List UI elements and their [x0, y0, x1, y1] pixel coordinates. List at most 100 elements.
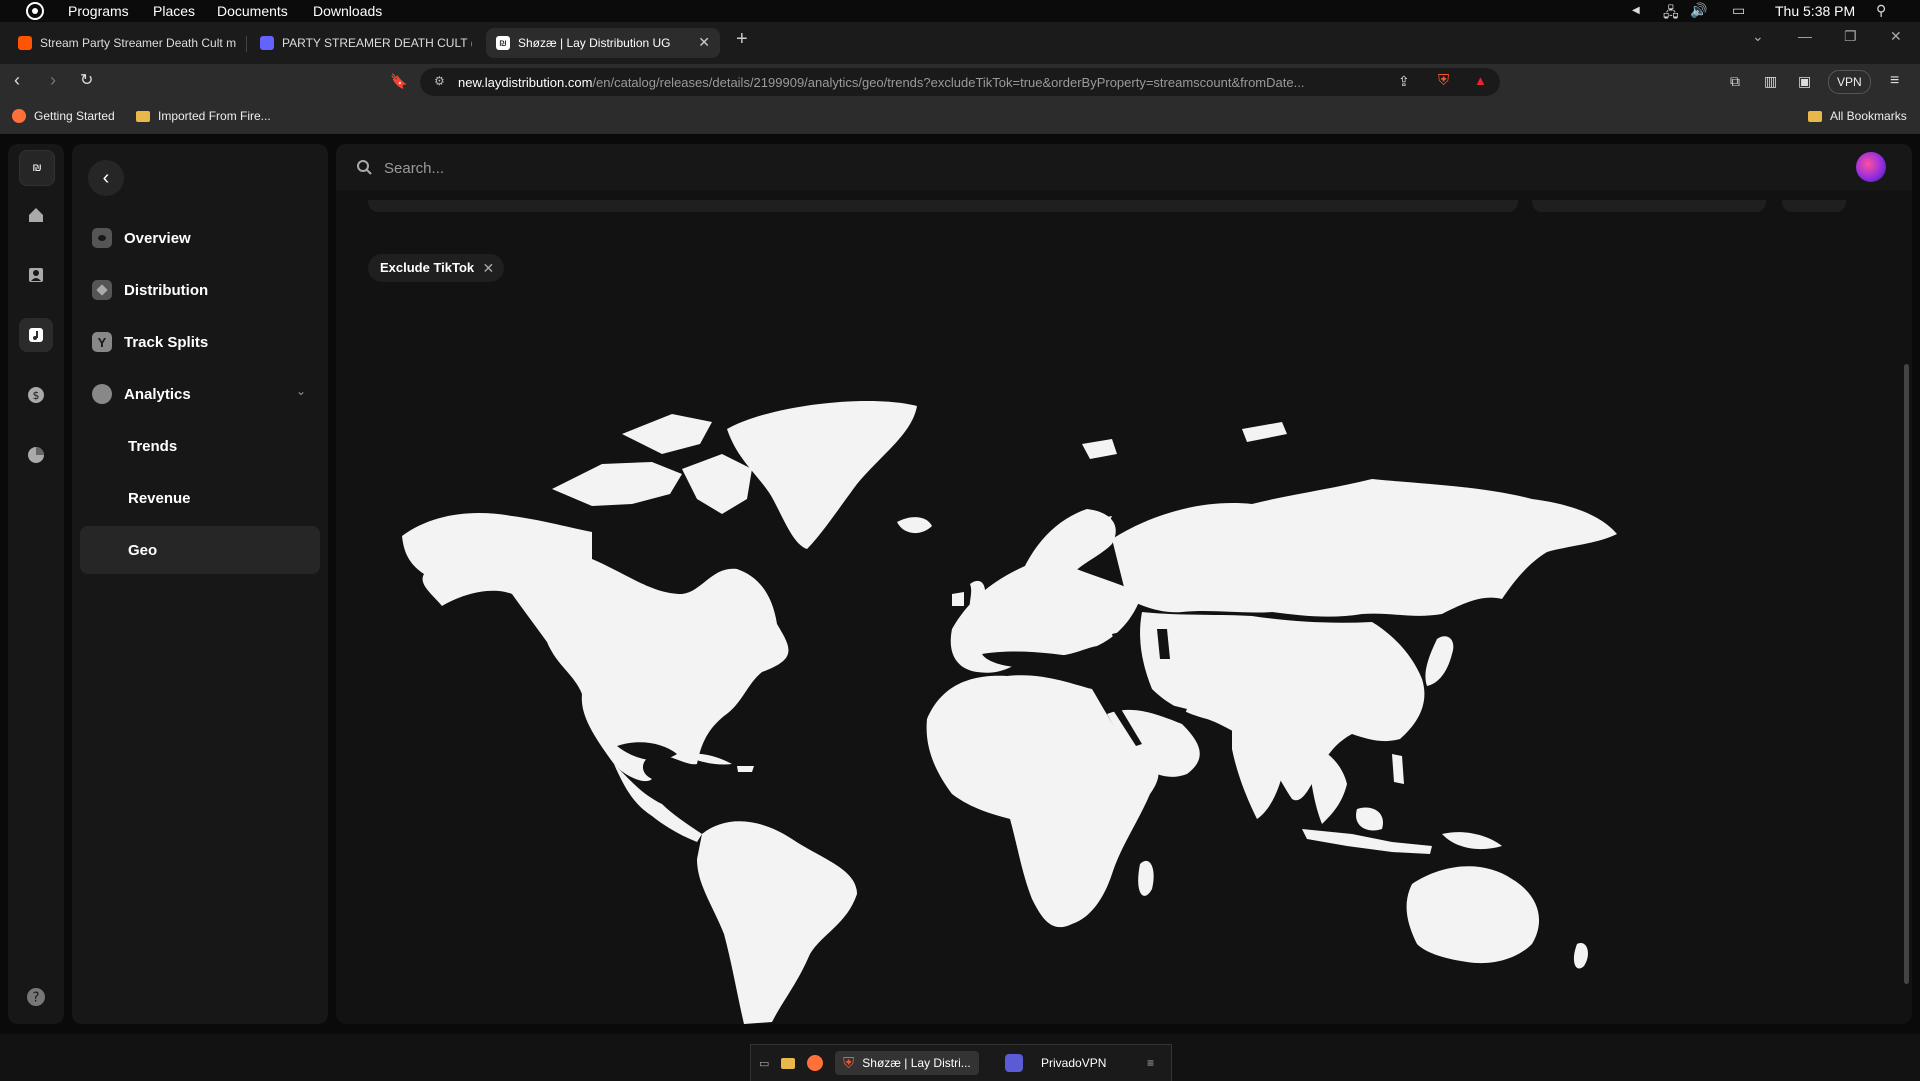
- filter-chip-label: Exclude TikTok: [380, 260, 475, 275]
- forward-arrow-icon[interactable]: ›: [50, 70, 56, 91]
- os-top-panel: Programs Places Documents Downloads ◀ 🖧 …: [0, 0, 1920, 22]
- tab-title: PARTY STREAMER DEATH CULT (@sh: [282, 36, 472, 50]
- country-philippines: [1392, 754, 1404, 784]
- split-icon: Y: [92, 332, 112, 352]
- address-bar[interactable]: ⚙ new.laydistribution.com/en/catalog/rel…: [420, 68, 1500, 96]
- home-icon[interactable]: [19, 198, 53, 232]
- back-button[interactable]: ‹: [88, 160, 124, 196]
- taskbar-privadovpn[interactable]: PrivadoVPN: [1005, 1051, 1106, 1075]
- clock[interactable]: Thu 5:38 PM: [1775, 3, 1855, 19]
- tab-soundcloud[interactable]: Stream Party Streamer Death Cult m: [8, 28, 240, 58]
- nav-analytics-label: Analytics: [124, 385, 191, 403]
- filter-chip-exclude-tiktok[interactable]: Exclude TikTok ✕: [368, 254, 505, 282]
- brave-icon: ⛨: [843, 1054, 855, 1072]
- firefox-icon[interactable]: [807, 1051, 823, 1075]
- close-window-icon[interactable]: ✕: [1890, 28, 1902, 45]
- scrollbar[interactable]: [1904, 364, 1909, 984]
- main-content: Exclude TikTok ✕: [336, 144, 1912, 1024]
- country-hispaniola: [737, 766, 754, 772]
- date-range-partial[interactable]: [1532, 200, 1766, 212]
- tab-title: Stream Party Streamer Death Cult m: [40, 36, 237, 50]
- notification-icon[interactable]: ▭: [1732, 2, 1745, 19]
- profile-icon[interactable]: [19, 258, 53, 292]
- avatar[interactable]: [1856, 152, 1886, 182]
- new-tab-button[interactable]: +: [736, 28, 748, 51]
- wallet-icon[interactable]: ▣: [1798, 73, 1811, 90]
- country-canada-islands: [552, 462, 682, 506]
- os-menu-places[interactable]: Places: [153, 3, 195, 19]
- taskbar-menu-icon[interactable]: ≡: [1147, 1051, 1154, 1075]
- tab-search-icon[interactable]: ⌄: [1752, 28, 1764, 45]
- bookmark-icon[interactable]: 🔖: [390, 73, 407, 90]
- extensions-icon[interactable]: ⧉: [1730, 73, 1740, 90]
- icon-rail: ₪ $ ?: [8, 144, 64, 1024]
- analytics-pie-icon[interactable]: [19, 438, 53, 472]
- black-sea: [1112, 632, 1141, 644]
- volume-icon[interactable]: 🔊: [1690, 2, 1707, 19]
- country-madagascar: [1138, 860, 1154, 896]
- taskbar-item-label: Shøzæ | Lay Distri...: [862, 1056, 971, 1070]
- minimize-icon[interactable]: —: [1798, 28, 1812, 44]
- lay-distribution-icon: ₪: [496, 36, 510, 50]
- svg-text:$: $: [33, 389, 40, 402]
- options-partial[interactable]: [1782, 200, 1846, 212]
- nav-distribution[interactable]: Distribution: [80, 266, 320, 314]
- close-icon[interactable]: ✕: [482, 254, 494, 282]
- browser-toolbar: ‹ › ↻ 🔖 ⚙ new.laydistribution.com/en/cat…: [0, 64, 1920, 100]
- site-settings-icon[interactable]: ⚙: [434, 74, 445, 88]
- os-menu-downloads[interactable]: Downloads: [313, 3, 382, 19]
- share-icon[interactable]: ⇪: [1398, 73, 1410, 90]
- app-logo[interactable]: ₪: [19, 150, 55, 186]
- privadovpn-icon: [1005, 1054, 1023, 1072]
- close-tab-icon[interactable]: ✕: [698, 34, 710, 51]
- files-folder-icon[interactable]: [781, 1051, 795, 1075]
- search-bar: [336, 144, 1912, 190]
- show-desktop-icon[interactable]: ▭: [759, 1051, 769, 1075]
- nav-trends-label: Trends: [128, 437, 178, 455]
- all-bookmarks[interactable]: All Bookmarks: [1808, 109, 1907, 123]
- tab-title: Shøzæ | Lay Distribution UG: [518, 36, 671, 50]
- chevron-down-icon[interactable]: ⌄: [296, 384, 306, 398]
- os-logo-icon[interactable]: [26, 2, 44, 20]
- reload-icon[interactable]: ↻: [80, 70, 93, 90]
- tab-lay-distribution[interactable]: ₪ Shøzæ | Lay Distribution UG ✕: [486, 28, 720, 58]
- brave-rewards-icon[interactable]: ▲: [1474, 73, 1487, 88]
- restore-icon[interactable]: ❐: [1844, 28, 1857, 45]
- nav-overview[interactable]: Overview: [80, 214, 320, 262]
- app-logo-text: ₪: [32, 162, 42, 174]
- back-arrow-icon[interactable]: ‹: [14, 70, 20, 91]
- sidebar-icon[interactable]: ▥: [1764, 73, 1777, 90]
- nav-track-splits[interactable]: Y Track Splits: [80, 318, 320, 366]
- bookmark-getting-started[interactable]: Getting Started: [12, 109, 115, 123]
- revenue-dollar-icon[interactable]: $: [19, 378, 53, 412]
- folder-icon: [1808, 110, 1822, 122]
- vpn-button[interactable]: VPN: [1828, 70, 1871, 94]
- tab-mastodon[interactable]: PARTY STREAMER DEATH CULT (@sh: [250, 28, 472, 58]
- nav-analytics[interactable]: Analytics ⌄: [80, 370, 320, 418]
- nav-geo[interactable]: Geo: [80, 526, 320, 574]
- country-indonesia: [1302, 829, 1432, 854]
- search-icon[interactable]: ⚲: [1876, 2, 1886, 19]
- world-map[interactable]: [352, 294, 1902, 1024]
- country-japan: [1425, 636, 1454, 686]
- firefox-icon: [12, 109, 26, 123]
- bookmark-imported[interactable]: Imported From Fire...: [136, 109, 271, 123]
- catalog-icon[interactable]: [19, 318, 53, 352]
- taskbar-brave-window[interactable]: ⛨ Shøzæ | Lay Distri...: [835, 1051, 979, 1075]
- os-menu-programs[interactable]: Programs: [68, 3, 129, 19]
- country-russia: [1112, 479, 1617, 617]
- nav-trends[interactable]: Trends: [80, 422, 320, 470]
- nav-revenue[interactable]: Revenue: [80, 474, 320, 522]
- search-input[interactable]: [382, 156, 986, 180]
- tray-arrow-icon[interactable]: ◀: [1632, 5, 1640, 16]
- os-menu-documents[interactable]: Documents: [217, 3, 288, 19]
- help-icon[interactable]: ?: [19, 980, 53, 1014]
- bookmark-label: Imported From Fire...: [158, 109, 271, 123]
- all-bookmarks-label: All Bookmarks: [1830, 109, 1907, 123]
- nav-revenue-label: Revenue: [128, 489, 191, 507]
- filter-dropdown-partial[interactable]: [368, 200, 1518, 212]
- folder-icon: [136, 110, 150, 122]
- brave-shields-icon[interactable]: ⛨: [1438, 72, 1449, 89]
- menu-icon[interactable]: ≡: [1890, 72, 1899, 90]
- url-text[interactable]: new.laydistribution.com/en/catalog/relea…: [458, 75, 1466, 90]
